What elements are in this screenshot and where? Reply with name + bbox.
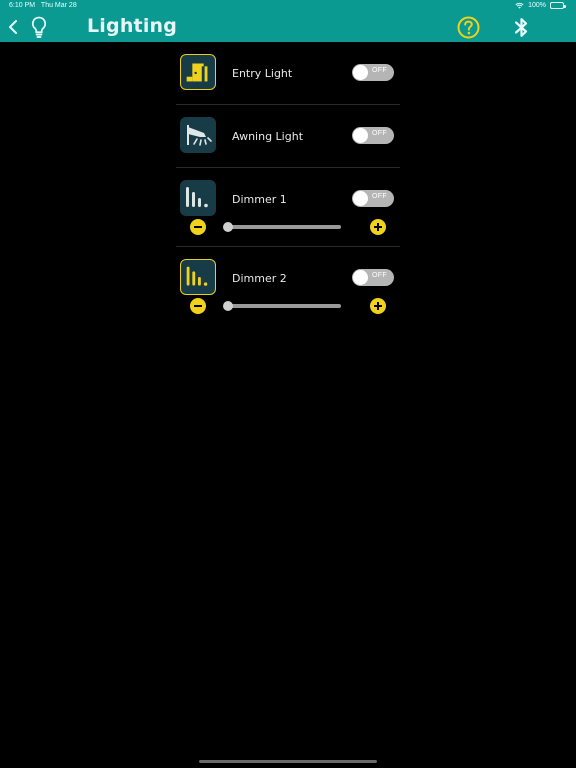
light-row-dimmer-1: Dimmer 1 OFF xyxy=(176,168,400,247)
status-bar: 6:10 PM Thu Mar 28 100% xyxy=(0,0,576,12)
slider-thumb[interactable] xyxy=(223,222,233,232)
dimmer-icon[interactable] xyxy=(180,259,216,295)
toggle-state: OFF xyxy=(372,193,387,200)
header-bar: Lighting xyxy=(0,12,576,42)
dimmer-1-toggle[interactable]: OFF xyxy=(352,190,394,207)
awning-light-toggle[interactable]: OFF xyxy=(352,127,394,144)
question-circle-icon[interactable] xyxy=(457,16,480,39)
light-row-entry: Entry Light OFF xyxy=(176,42,400,105)
battery-icon xyxy=(550,2,566,9)
slider-thumb[interactable] xyxy=(223,301,233,311)
awning-light-icon[interactable] xyxy=(180,117,216,153)
door-icon[interactable] xyxy=(180,54,216,90)
battery-percent: 100% xyxy=(528,2,546,9)
light-name: Dimmer 2 xyxy=(232,272,287,285)
dimmer-2-increase-button[interactable] xyxy=(370,298,386,314)
status-time: 6:10 PM Thu Mar 28 xyxy=(9,2,77,9)
chevron-left-icon[interactable] xyxy=(7,19,19,35)
light-name: Entry Light xyxy=(232,67,293,80)
status-indicators: 100% xyxy=(515,2,566,9)
light-name: Awning Light xyxy=(232,130,304,143)
dimmer-1-decrease-button[interactable] xyxy=(190,219,206,235)
light-row-awning: Awning Light OFF xyxy=(176,105,400,168)
light-name: Dimmer 1 xyxy=(232,193,287,206)
home-indicator[interactable] xyxy=(199,760,377,763)
toggle-knob xyxy=(353,128,368,143)
toggle-state: OFF xyxy=(372,272,387,279)
page-title: Lighting xyxy=(87,15,178,37)
lightbulb-icon xyxy=(31,16,47,38)
toggle-knob xyxy=(353,270,368,285)
toggle-knob xyxy=(353,65,368,80)
light-row-dimmer-2: Dimmer 2 OFF xyxy=(176,247,400,326)
dimmer-1-increase-button[interactable] xyxy=(370,219,386,235)
bluetooth-icon[interactable] xyxy=(513,16,530,39)
entry-light-toggle[interactable]: OFF xyxy=(352,64,394,81)
wifi-icon xyxy=(515,2,524,9)
dimmer-icon[interactable] xyxy=(180,180,216,216)
toggle-state: OFF xyxy=(372,130,387,137)
dimmer-1-slider[interactable] xyxy=(223,222,342,232)
dimmer-2-toggle[interactable]: OFF xyxy=(352,269,394,286)
toggle-knob xyxy=(353,191,368,206)
dimmer-2-decrease-button[interactable] xyxy=(190,298,206,314)
dimmer-2-slider[interactable] xyxy=(223,301,342,311)
toggle-state: OFF xyxy=(372,67,387,74)
